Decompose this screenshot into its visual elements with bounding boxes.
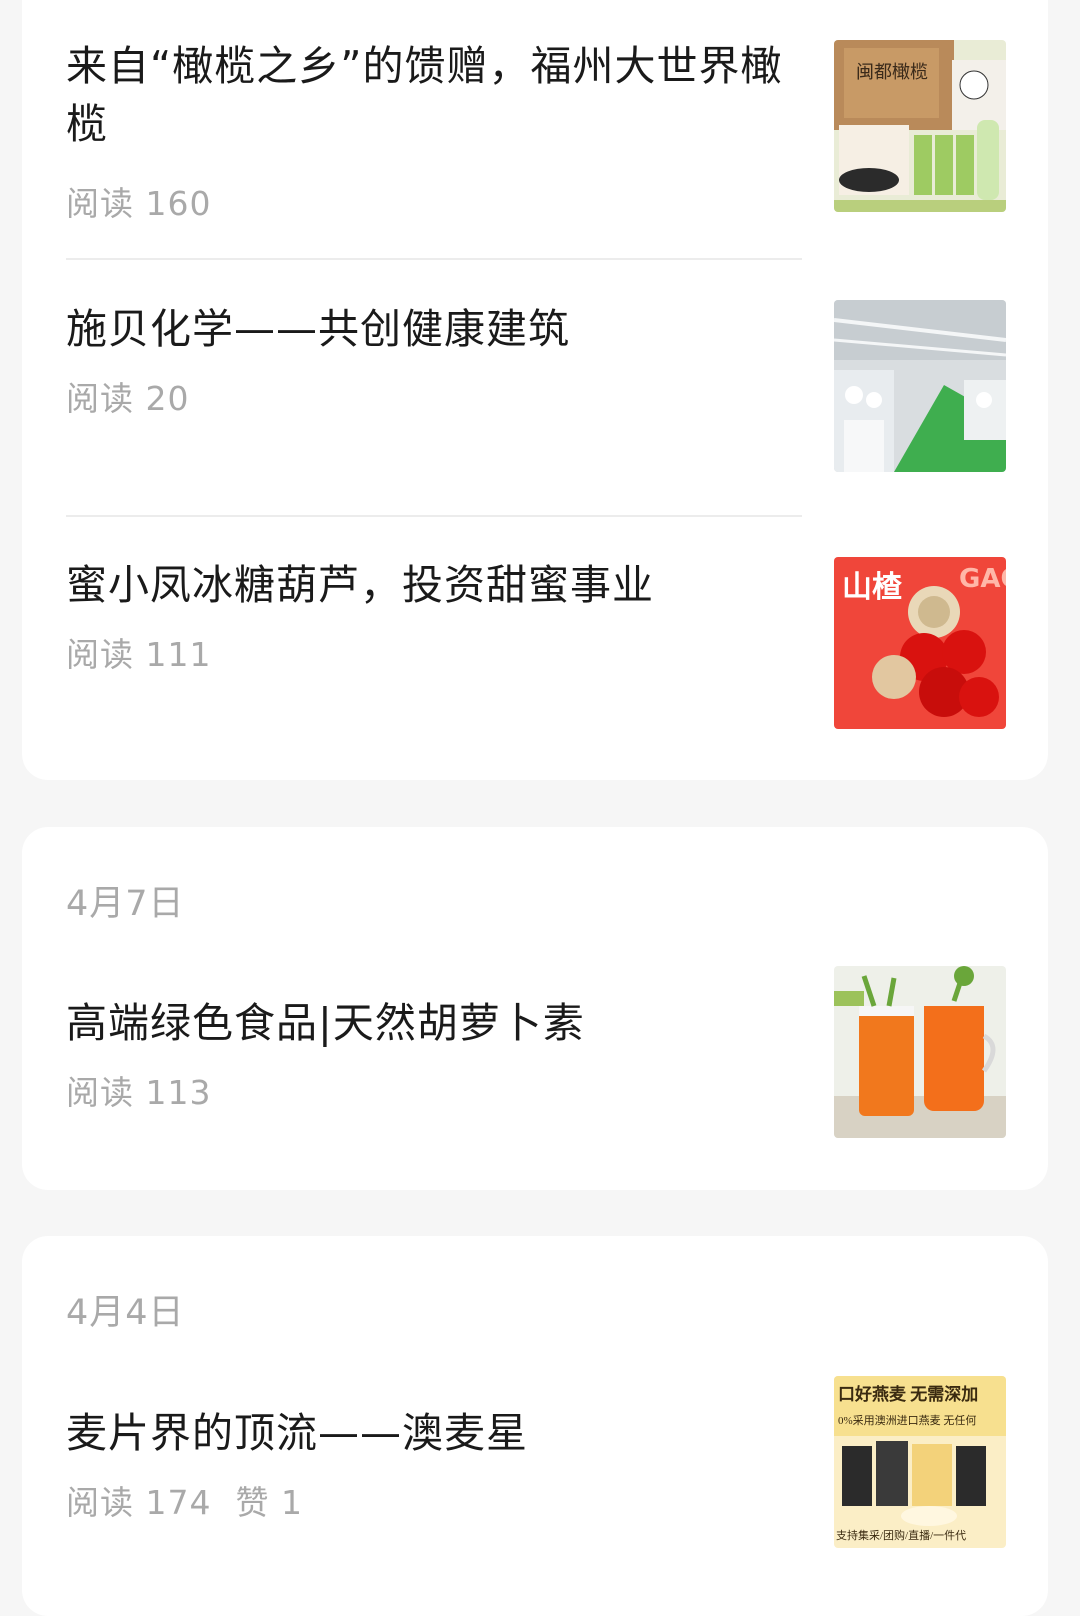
date-header: 4月4日 (66, 1293, 185, 1333)
factory-workshop-image[interactable] (834, 300, 1006, 472)
article-list-item[interactable]: 麦片界的顶流——澳麦星 阅读 174 赞 1 口好燕麦 无需深加 0%采用澳洲进口… (66, 1376, 1006, 1566)
candied-label-cn: 山楂 (842, 570, 903, 605)
article-list-item[interactable]: 蜜小凤冰糖葫芦，投资甜蜜事业 阅读 111 山楂 GAO (66, 554, 1006, 744)
article-group-card: 来自“橄榄之乡”的馈赠，福州大世界橄榄 阅读 160 闽都橄榄 施贝化学——共创… (22, 0, 1048, 780)
olive-products-image[interactable]: 闽都橄榄 (834, 40, 1006, 212)
article-title[interactable]: 施贝化学——共创健康建筑 (66, 300, 801, 358)
oatmeal-ad-image[interactable]: 口好燕麦 无需深加 0%采用澳洲进口燕麦 无任何 支持集采/团购/直播/一件代 (834, 1376, 1006, 1548)
candied-haws-image[interactable]: 山楂 GAO (834, 557, 1006, 729)
article-title[interactable]: 来自“橄榄之乡”的馈赠，福州大世界橄榄 (66, 37, 801, 153)
olive-brand-text: 闽都橄榄 (856, 62, 928, 82)
article-read-count: 阅读 111 (66, 635, 212, 674)
article-group-card: 4月4日 麦片界的顶流——澳麦星 阅读 174 赞 1 口好燕麦 无需深加 0%采… (22, 1236, 1048, 1616)
article-group-card: 4月7日 高端绿色食品|天然胡萝卜素 阅读 113 (22, 827, 1048, 1190)
article-title[interactable]: 高端绿色食品|天然胡萝卜素 (66, 994, 801, 1052)
article-like-count: 赞 1 (235, 1483, 303, 1522)
article-title[interactable]: 麦片界的顶流——澳麦星 (66, 1404, 801, 1462)
carrot-juice-image[interactable] (834, 966, 1006, 1138)
article-read-count: 阅读 174 (66, 1483, 212, 1522)
article-read-count: 阅读 20 (66, 379, 190, 418)
oat-ad-line3: 支持集采/团购/直播/一件代 (836, 1528, 966, 1542)
oat-ad-line2: 0%采用澳洲进口燕麦 无任何 (838, 1414, 976, 1427)
date-header: 4月7日 (66, 884, 185, 924)
article-list-item[interactable]: 高端绿色食品|天然胡萝卜素 阅读 113 (66, 966, 1006, 1156)
article-list-item[interactable]: 施贝化学——共创健康建筑 阅读 20 (66, 295, 1006, 485)
article-stats: 阅读 174 赞 1 (66, 1476, 303, 1524)
divider (66, 258, 802, 260)
article-read-count: 阅读 160 (66, 184, 212, 223)
article-read-count: 阅读 113 (66, 1073, 212, 1112)
divider (66, 515, 802, 517)
article-list-item[interactable]: 来自“橄榄之乡”的馈赠，福州大世界橄榄 阅读 160 闽都橄榄 (66, 37, 1006, 227)
article-title[interactable]: 蜜小凤冰糖葫芦，投资甜蜜事业 (66, 556, 801, 614)
candied-label-en: GAO (959, 564, 1006, 594)
oat-ad-line1: 口好燕麦 无需深加 (838, 1384, 978, 1404)
